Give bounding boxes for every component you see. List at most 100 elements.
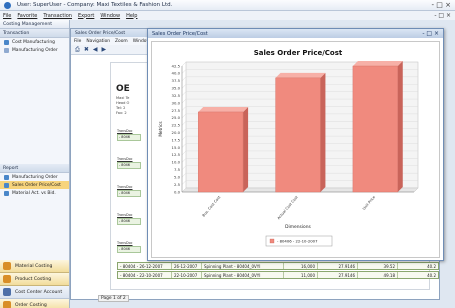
cell-qty: 11,000: [284, 272, 318, 278]
filter-value: - 8046: [117, 218, 141, 225]
filter-value: - 8046: [117, 190, 141, 197]
grid-diag: [181, 121, 187, 126]
menu-export[interactable]: Export: [78, 13, 94, 19]
mdi-controls[interactable]: - □ ×: [434, 12, 451, 19]
filter-label: TransDoc: [117, 157, 133, 161]
grid-diag: [181, 69, 187, 74]
app-title-bar: User: SuperUser - Company: Maxi Textiles…: [0, 0, 455, 11]
app-title: User: SuperUser - Company: Maxi Textiles…: [17, 2, 173, 8]
nav-label: Cost Center Account: [15, 289, 63, 295]
back-icon[interactable]: ◀: [93, 46, 98, 53]
cell-a: 27.9146: [318, 272, 358, 278]
nav-cost-center-account[interactable]: Cost Center Account: [0, 286, 69, 299]
bar: [198, 111, 244, 193]
filter-label: TransDoc: [117, 241, 133, 245]
header-line: Tel: 2: [116, 106, 126, 110]
chart-window-controls[interactable]: - □ ×: [422, 30, 439, 37]
product-icon: [3, 275, 11, 283]
cell-b: 49.18: [358, 272, 398, 278]
chart-window-titlebar: Sales Order Price/Cost - □ ×: [148, 29, 443, 38]
grid-diag: [181, 76, 187, 81]
print-icon[interactable]: ⎙: [75, 46, 80, 54]
nav-order-costing[interactable]: Order Costing: [0, 299, 69, 308]
sidebar-item-manufacturing-order[interactable]: Manufacturing Order: [0, 46, 69, 54]
cell-date: 22-10-2007: [172, 272, 202, 278]
material-icon: [3, 262, 11, 270]
x-tick-label: Unit Price: [362, 194, 377, 210]
header-line: Maxi Te: [116, 96, 130, 100]
menu-file[interactable]: File: [3, 13, 11, 19]
export-icon[interactable]: ✖: [84, 46, 89, 53]
grid-diag: [181, 143, 187, 148]
nav-product-costing[interactable]: Product Costing: [0, 273, 69, 286]
sidebar-item-label: Material Act. vs Bid.: [12, 190, 56, 196]
bar-top: [275, 72, 326, 78]
filter-value: - 8046: [117, 134, 141, 141]
grid-diag: [181, 158, 187, 163]
y-tick-label: 37.5: [172, 78, 181, 83]
sidebar-header[interactable]: Costing Management: [0, 20, 69, 29]
menu-transaction[interactable]: Transaction: [43, 13, 72, 19]
nav-label: Order Costing: [15, 302, 47, 308]
grid-diag: [181, 165, 187, 170]
report-menu-file[interactable]: File: [74, 39, 81, 44]
nav-material-costing[interactable]: Material Costing: [0, 260, 69, 273]
grid-diag: [181, 113, 187, 119]
grid-diag: [181, 106, 187, 111]
y-tick-label: 27.5: [172, 108, 181, 113]
sidebar-item-label: Sales Order Price/Cost: [12, 182, 61, 188]
grid-diag: [181, 150, 187, 156]
report-menu-zoom[interactable]: Zoom: [115, 39, 128, 44]
grid-diag: [181, 180, 187, 185]
table-row[interactable]: - 80404 - 22-10-2007 22-10-2007 Spinning…: [117, 271, 439, 279]
order-icon: [3, 301, 11, 308]
menu-window[interactable]: Window: [100, 13, 120, 19]
sidebar-report-manufacturing-order[interactable]: Manufacturing Order: [0, 173, 69, 181]
y-tick-label: 17.5: [172, 137, 181, 142]
y-tick-label: 35.0: [172, 86, 181, 91]
y-tick-label: 25.0: [172, 115, 181, 120]
grid-diag: [181, 84, 187, 89]
bar-top: [352, 61, 403, 66]
y-tick-label: 5.0: [174, 174, 181, 179]
y-tick-label: 30.0: [172, 100, 181, 105]
transaction-section-header[interactable]: Transaction: [0, 29, 69, 38]
sidebar-item-label: Manufacturing Order: [12, 47, 58, 53]
bar: [275, 77, 321, 193]
forward-icon[interactable]: ▶: [101, 46, 106, 53]
sidebar: Costing Management Transaction Cost Manu…: [0, 20, 70, 308]
grid-diag: [181, 98, 187, 104]
grid-diag: [181, 173, 187, 178]
sidebar-item-label: Manufacturing Order: [12, 174, 58, 180]
cell-a: 27.9146: [318, 263, 358, 269]
cell-desc: Spinning Plant - 80404_0VYI: [202, 272, 284, 278]
legend-label: - 80406 - 22-10-2007: [277, 239, 318, 244]
y-tick-label: 20.0: [172, 130, 181, 135]
chart-area: Sales Order Price/Cost 0.0 2.5 5.0 7.5 10.0 12…: [151, 41, 440, 258]
chart-window[interactable]: Sales Order Price/Cost - □ × Sales Order…: [147, 28, 444, 261]
table-row[interactable]: - 80404 - 26-12-2007 26-12-2007 Spinning…: [117, 262, 439, 270]
sidebar-report-material-act[interactable]: Material Act. vs Bid.: [0, 189, 69, 197]
menu-help[interactable]: Help: [126, 13, 137, 19]
cell-order: - 80404 - 26-12-2007: [118, 263, 172, 269]
grid-diag: [181, 135, 187, 141]
document-icon: [4, 39, 9, 45]
sidebar-item-cost-manufacturing[interactable]: Cost Manufacturing: [0, 38, 69, 46]
window-controls[interactable]: - □ ×: [432, 1, 451, 9]
nav-label: Material Costing: [15, 263, 53, 269]
bar-chart: Sales Order Price/Cost 0.0 2.5 5.0 7.5 10.0 12…: [158, 49, 419, 247]
chart-title: Sales Order Price/Cost: [254, 49, 343, 57]
report-menu-navigation[interactable]: Navigation: [86, 39, 110, 44]
filter-value: - 8046: [117, 162, 141, 169]
report-icon: [4, 174, 9, 180]
cell-c: 40.2: [427, 263, 436, 269]
y-tick-label: 15.0: [172, 145, 181, 150]
report-section-header[interactable]: Report: [0, 164, 69, 173]
sidebar-report-sales-order[interactable]: Sales Order Price/Cost: [0, 181, 69, 189]
report-icon: [4, 182, 9, 188]
y-tick-label: 40.0: [172, 71, 181, 76]
y-tick-label: 32.5: [172, 93, 181, 98]
x-tick-label: Bus. Cost Cost: [202, 195, 222, 218]
menu-favorite[interactable]: Favorite: [17, 13, 37, 19]
